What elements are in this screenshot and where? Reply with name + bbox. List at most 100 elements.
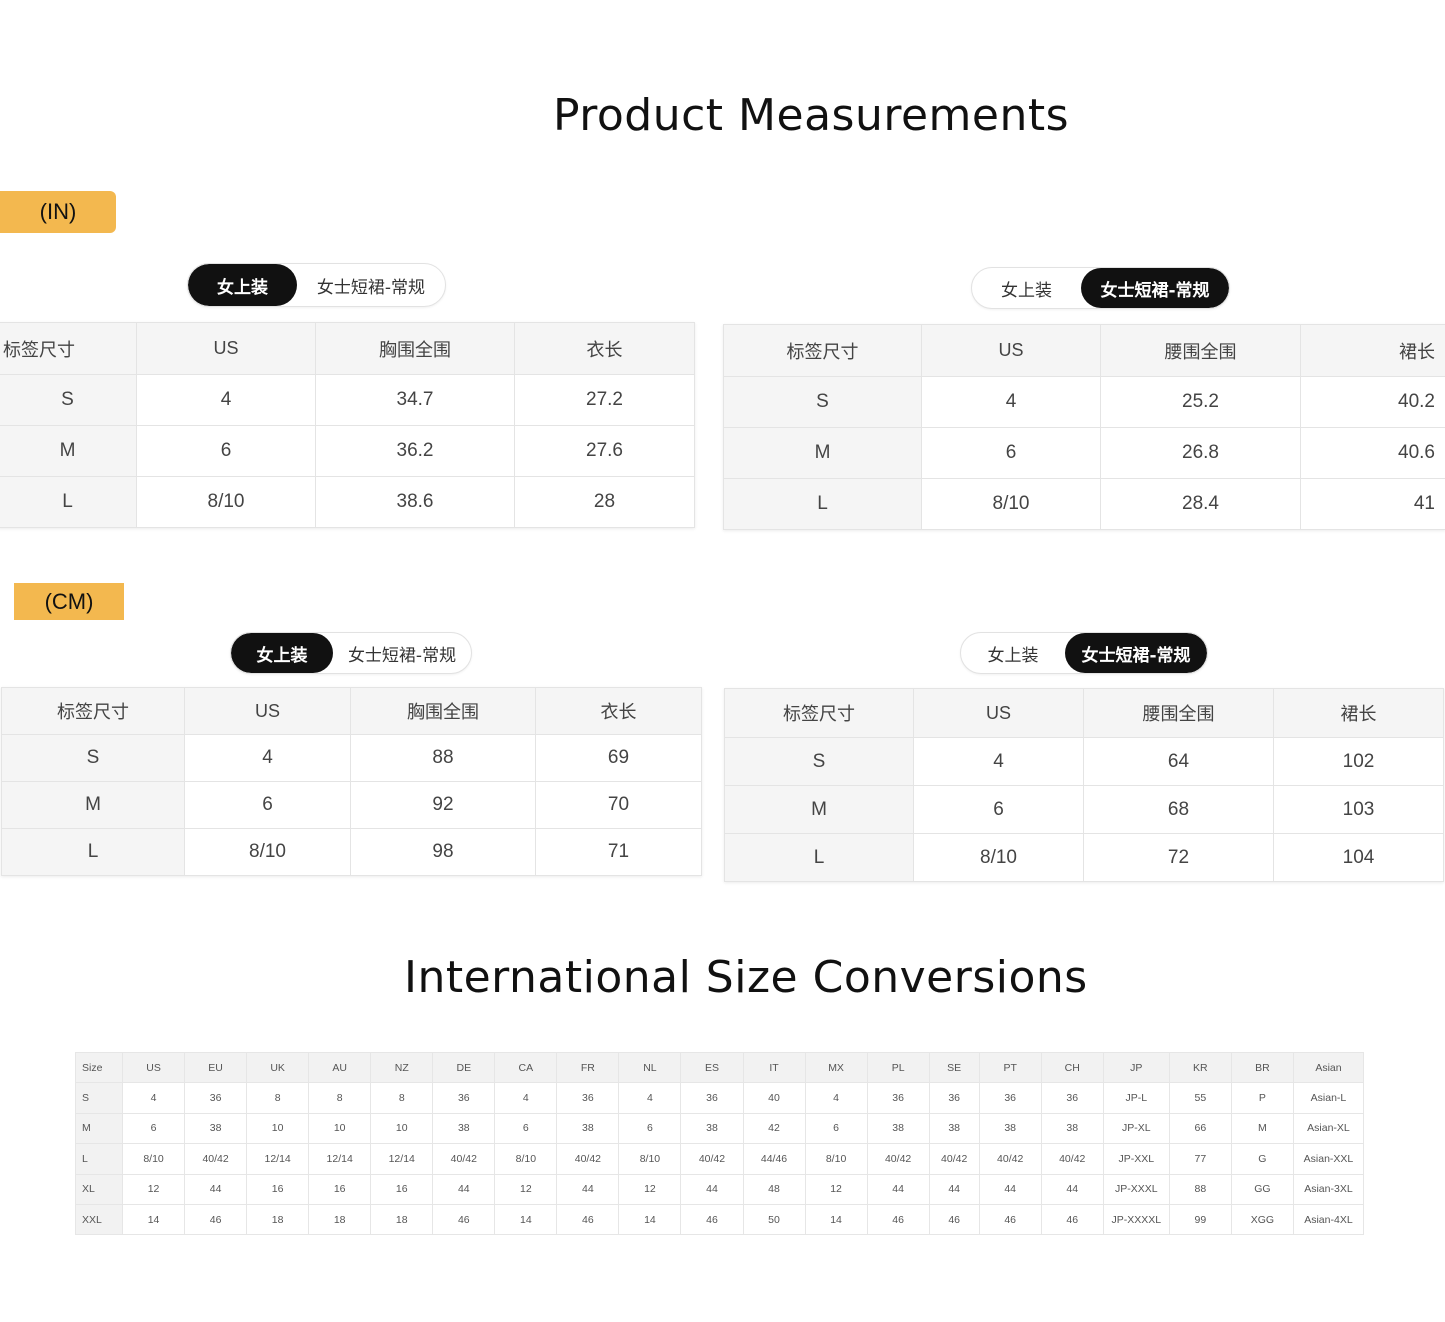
table-cell: M [1230, 1112, 1294, 1145]
table-cell: 6 [184, 781, 351, 829]
table-cell: 98 [350, 828, 536, 876]
table-cell: 14 [494, 1203, 558, 1236]
table-cell: 103 [1273, 785, 1444, 834]
table-cell: 4 [494, 1082, 558, 1114]
table-cell: 40/42 [978, 1143, 1042, 1175]
header-cell: UK [246, 1051, 310, 1084]
table-cell: 99 [1168, 1203, 1232, 1236]
table-row: S 4 25.2 40.2 [723, 376, 1445, 428]
table-cell: 34.7 [315, 374, 515, 426]
table-cell: 38 [866, 1112, 930, 1145]
table-cell: M [1, 781, 185, 829]
table-cell: 6 [921, 427, 1101, 479]
tab-womens-skirts[interactable]: 女士短裙-常规 [297, 264, 445, 306]
table-cell: 38 [680, 1112, 744, 1145]
table-cell: L [723, 478, 922, 530]
table-cell: Asian-XXL [1292, 1143, 1365, 1175]
table-cell: 38 [184, 1112, 248, 1145]
table-cell: 44 [184, 1173, 248, 1205]
tab-womens-tops[interactable]: 女上装 [961, 633, 1065, 673]
header-cell: 腰围全围 [1100, 324, 1301, 377]
toggle-in-top: 女上装 女士短裙-常规 [187, 263, 446, 307]
table-cell: 71 [535, 828, 702, 876]
table-cell: 40 [742, 1082, 806, 1114]
table-cell: 55 [1168, 1082, 1232, 1114]
table-cell: 36 [1040, 1082, 1104, 1114]
header-cell: Size [74, 1051, 124, 1084]
table-header-row: 标签尺寸 US 胸围全围 衣长 [1, 687, 702, 735]
table-cell: 38.6 [315, 476, 515, 528]
section-title: International Size Conversions [404, 952, 1088, 1003]
table-cell: 88 [350, 734, 536, 782]
tab-womens-tops[interactable]: 女上装 [188, 264, 297, 306]
header-cell: 标签尺寸 [723, 324, 922, 377]
table-row: L 8/10 40/42 12/14 12/14 12/14 40/42 8/10 40/42 8… [74, 1143, 1365, 1175]
table-row: L 8/10 72 104 [724, 833, 1444, 882]
table-cell: 36 [556, 1082, 620, 1114]
table-cell: 46 [680, 1203, 744, 1236]
table-cell: 46 [184, 1203, 248, 1236]
table-cell: 38 [432, 1112, 496, 1145]
tab-womens-tops[interactable]: 女上装 [972, 268, 1081, 308]
size-table-in-tops: 标签尺寸 US 胸围全围 衣长 S 4 34.7 27.2 M 6 36.2 2… [0, 322, 695, 528]
table-cell: GG [1230, 1173, 1294, 1205]
table-cell: S [0, 374, 137, 426]
header-cell: 标签尺寸 [0, 322, 137, 375]
table-cell: 14 [804, 1203, 868, 1236]
table-cell: 69 [535, 734, 702, 782]
table-cell: 8 [246, 1082, 310, 1114]
table-cell: 4 [122, 1082, 186, 1114]
table-cell: 8/10 [494, 1143, 558, 1175]
header-cell: JP [1102, 1051, 1170, 1084]
table-cell: 68 [1083, 785, 1274, 834]
table-cell: 40/42 [184, 1143, 248, 1175]
table-cell: 44 [432, 1173, 496, 1205]
table-cell: 4 [804, 1082, 868, 1114]
page-title: Product Measurements [553, 90, 1070, 141]
table-cell: 40/42 [680, 1143, 744, 1175]
table-cell: 12 [122, 1173, 186, 1205]
conversion-table-body: Size US EU UK AU NZ DE CA FR NL ES IT MX PL SE PT CH JP KR… [74, 1051, 1365, 1236]
tab-womens-skirts[interactable]: 女士短裙-常规 [1065, 633, 1207, 673]
table-cell: 36 [432, 1082, 496, 1114]
tab-womens-skirts[interactable]: 女士短裙-常规 [1081, 268, 1229, 308]
size-table-in-skirts: 标签尺寸 US 腰围全围 裙长 S 4 25.2 40.2 M 6 26.8 4… [723, 324, 1445, 530]
table-cell: 102 [1273, 737, 1444, 786]
table-cell: 44/46 [742, 1143, 806, 1175]
tab-womens-skirts[interactable]: 女士短裙-常规 [333, 633, 471, 673]
table-row: XL 12 44 16 16 16 44 12 44 12 44 48 12 44 44 44 44 JP-XXX… [74, 1173, 1365, 1205]
table-header-row: 标签尺寸 US 胸围全围 衣长 [0, 322, 695, 375]
table-cell: 8/10 [618, 1143, 682, 1175]
table-cell: 6 [122, 1112, 186, 1145]
header-cell: 裙长 [1300, 324, 1445, 377]
size-table-cm-skirts: 标签尺寸 US 腰围全围 裙长 S 4 64 102 M 6 68 103 L … [724, 688, 1444, 882]
table-cell: M [723, 427, 922, 479]
table-cell: 16 [308, 1173, 372, 1205]
table-cell: G [1230, 1143, 1294, 1175]
table-cell: Asian-XL [1292, 1112, 1365, 1145]
table-cell: 4 [136, 374, 316, 426]
table-cell: 36 [978, 1082, 1042, 1114]
table-cell: 40/42 [1040, 1143, 1104, 1175]
header-cell: PL [866, 1051, 930, 1084]
table-cell: S [1, 734, 185, 782]
table-row: S 4 88 69 [1, 734, 702, 782]
table-cell: 44 [556, 1173, 620, 1205]
header-cell: IT [742, 1051, 806, 1084]
table-cell: 27.6 [514, 425, 695, 477]
table-cell: 8/10 [136, 476, 316, 528]
tab-womens-tops[interactable]: 女上装 [231, 633, 333, 673]
table-cell: 12/14 [246, 1143, 310, 1175]
table-cell: 48 [742, 1173, 806, 1205]
size-table-cm-tops: 标签尺寸 US 胸围全围 衣长 S 4 88 69 M 6 92 70 L 8/… [1, 687, 702, 876]
table-row: S 4 34.7 27.2 [0, 374, 695, 426]
table-cell: 4 [921, 376, 1101, 428]
table-cell: 12 [494, 1173, 558, 1205]
table-cell: 38 [978, 1112, 1042, 1145]
header-cell: EU [184, 1051, 248, 1084]
table-cell: L [1, 828, 185, 876]
table-cell: 8 [308, 1082, 372, 1114]
table-cell: JP-XXXXL [1102, 1203, 1170, 1236]
toggle-in-skirt: 女上装 女士短裙-常规 [971, 267, 1230, 309]
header-cell: DE [432, 1051, 496, 1084]
